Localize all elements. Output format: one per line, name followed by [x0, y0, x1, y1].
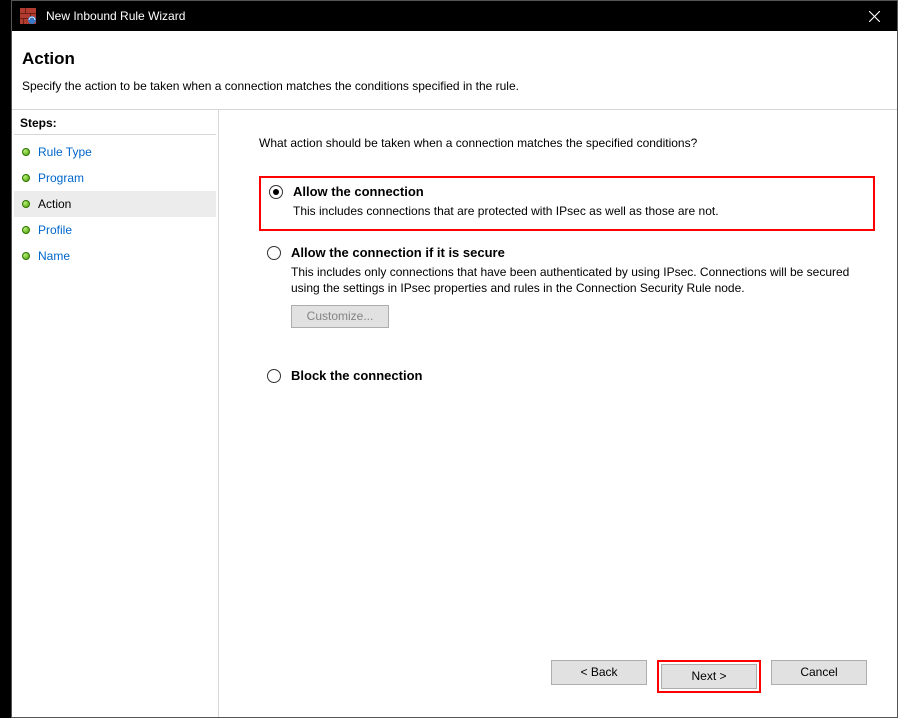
option-desc: This includes connections that are prote…: [293, 203, 853, 219]
left-margin: [0, 0, 11, 718]
page-subtitle: Specify the action to be taken when a co…: [22, 79, 887, 93]
radio-allow[interactable]: [269, 185, 283, 199]
step-bullet-icon: [22, 174, 30, 182]
option-title: Block the connection: [291, 368, 422, 383]
step-label: Program: [38, 171, 84, 185]
step-action[interactable]: Action: [14, 191, 216, 217]
step-label: Profile: [38, 223, 72, 237]
step-rule-type[interactable]: Rule Type: [14, 139, 216, 165]
cancel-button-wrap: Cancel: [771, 660, 867, 693]
footer-buttons: < Back Next > Cancel: [259, 650, 875, 703]
step-name[interactable]: Name: [14, 243, 216, 269]
step-bullet-icon: [22, 226, 30, 234]
firewall-icon: [20, 8, 36, 24]
step-bullet-icon: [22, 200, 30, 208]
option-title: Allow the connection if it is secure: [291, 245, 505, 260]
steps-sidebar: Steps: Rule Type Program Action Profile …: [12, 110, 219, 717]
option-allow-connection[interactable]: Allow the connection This includes conne…: [259, 176, 875, 231]
titlebar: New Inbound Rule Wizard: [12, 1, 897, 31]
step-label: Rule Type: [38, 145, 92, 159]
step-bullet-icon: [22, 148, 30, 156]
close-button[interactable]: [851, 1, 897, 31]
option-block-connection[interactable]: Block the connection: [259, 362, 875, 393]
step-label: Name: [38, 249, 70, 263]
step-bullet-icon: [22, 252, 30, 260]
steps-label: Steps:: [14, 116, 216, 135]
window-title: New Inbound Rule Wizard: [46, 9, 851, 23]
wizard-window: New Inbound Rule Wizard Action Specify t…: [11, 0, 898, 718]
step-program[interactable]: Program: [14, 165, 216, 191]
radio-block[interactable]: [267, 369, 281, 383]
body: Steps: Rule Type Program Action Profile …: [12, 110, 897, 717]
option-title: Allow the connection: [293, 184, 424, 199]
option-desc: This includes only connections that have…: [291, 264, 851, 296]
step-profile[interactable]: Profile: [14, 217, 216, 243]
main-panel: What action should be taken when a conne…: [219, 110, 897, 717]
cancel-button[interactable]: Cancel: [771, 660, 867, 685]
next-button-wrap: Next >: [657, 660, 761, 693]
prompt-text: What action should be taken when a conne…: [259, 136, 875, 150]
header: Action Specify the action to be taken wh…: [12, 31, 897, 110]
option-allow-secure[interactable]: Allow the connection if it is secure Thi…: [259, 239, 875, 337]
back-button-wrap: < Back: [551, 660, 647, 693]
radio-allow-secure[interactable]: [267, 246, 281, 260]
page-title: Action: [22, 49, 887, 69]
back-button[interactable]: < Back: [551, 660, 647, 685]
customize-button: Customize...: [291, 305, 389, 328]
next-button[interactable]: Next >: [661, 664, 757, 689]
options-group: Allow the connection This includes conne…: [259, 176, 875, 650]
step-label: Action: [38, 197, 71, 211]
